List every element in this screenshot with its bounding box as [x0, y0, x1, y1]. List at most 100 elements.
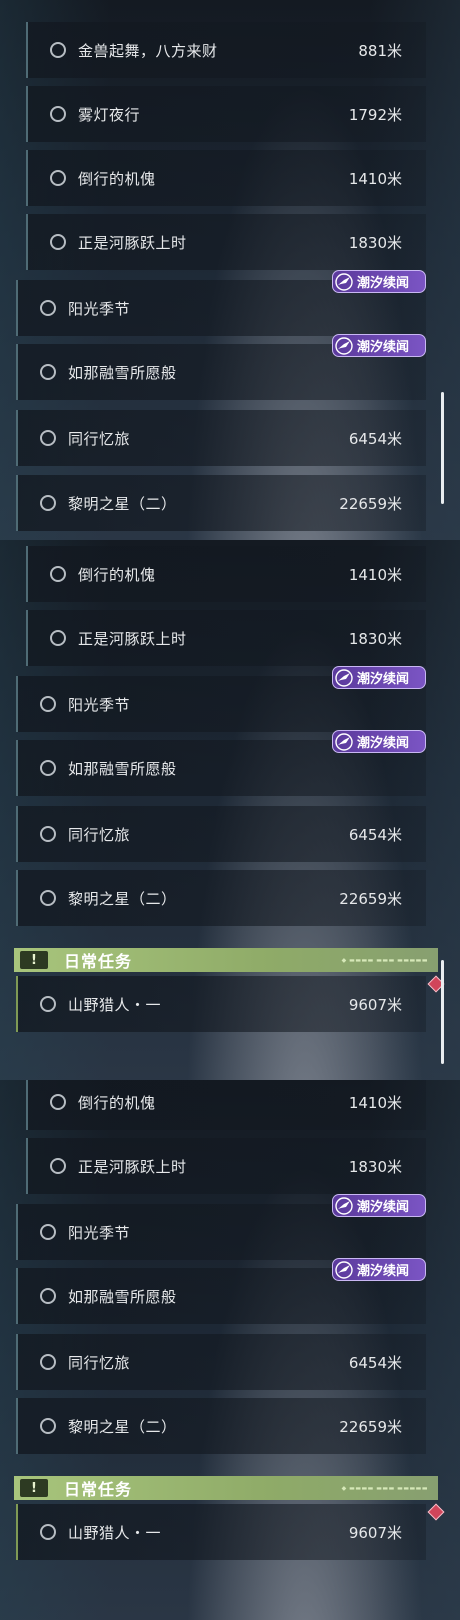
daily-quest-row[interactable]: 山野猎人・一 9607米	[16, 976, 426, 1032]
circle-outline-icon	[50, 42, 66, 58]
badge-label: 潮汐续闻	[357, 1200, 410, 1215]
event-badge: 潮汐续闻	[332, 666, 426, 689]
quest-title: 阳光季节	[68, 695, 131, 714]
badge-label: 潮汐续闻	[357, 1264, 410, 1279]
quest-distance: 9607米	[348, 1523, 402, 1542]
quest-row[interactable]: 同行忆旅 6454米	[16, 410, 426, 466]
quest-distance: 9607米	[348, 995, 402, 1014]
daily-quest-row[interactable]: 山野猎人・一 9607米	[16, 1504, 426, 1560]
quest-title: 金兽起舞，八方来财	[78, 41, 218, 60]
quest-row[interactable]: 阳光季节 潮汐续闻	[16, 270, 426, 336]
quest-row[interactable]: 正是河豚跃上时 1830米	[26, 214, 426, 270]
quest-title: 正是河豚跃上时	[78, 1157, 187, 1176]
circle-outline-icon	[40, 495, 56, 511]
circle-outline-icon	[40, 1224, 56, 1240]
circle-outline-icon	[40, 1288, 56, 1304]
event-badge: 潮汐续闻	[332, 270, 426, 293]
quest-row[interactable]: 倒行的机傀 1410米	[26, 546, 426, 602]
circle-outline-icon	[40, 364, 56, 380]
quest-title: 雾灯夜行	[78, 105, 141, 124]
quest-title: 正是河豚跃上时	[78, 233, 187, 252]
quest-row[interactable]: 阳光季节 潮汐续闻	[16, 1194, 426, 1260]
quest-title: 倒行的机傀	[78, 565, 156, 584]
quest-row[interactable]: 正是河豚跃上时 1830米	[26, 610, 426, 666]
circle-outline-icon	[40, 1418, 56, 1434]
quest-row[interactable]: 如那融雪所愿般 潮汐续闻	[16, 730, 426, 796]
circle-outline-icon	[40, 300, 56, 316]
quest-row[interactable]: 黎明之星（二） 22659米	[16, 475, 426, 531]
daily-tasks-header[interactable]: ! 日常任务 ◆ ▬▬▬▬ ▬▬▬ ▬▬▬▬▬	[14, 948, 438, 972]
daily-tasks-title: 日常任务	[64, 952, 133, 971]
circle-outline-icon	[40, 430, 56, 446]
quest-title: 阳光季节	[68, 1223, 131, 1242]
quest-title: 如那融雪所愿般	[68, 1287, 177, 1306]
quest-distance: 1410米	[348, 565, 402, 584]
quest-row[interactable]: 黎明之星（二） 22659米	[16, 1398, 426, 1454]
quest-distance: 1410米	[348, 1093, 402, 1112]
scrollbar[interactable]	[441, 960, 444, 1064]
daily-tasks-title: 日常任务	[64, 1480, 133, 1499]
quest-row[interactable]: 倒行的机傀 1410米	[26, 150, 426, 206]
quest-distance: 1410米	[348, 169, 402, 188]
quest-panel-3: 倒行的机傀 1410米 正是河豚跃上时 1830米 阳光季节 潮汐续闻 如那融雪…	[0, 1080, 460, 1620]
circle-outline-icon	[50, 566, 66, 582]
quest-title: 同行忆旅	[68, 429, 131, 448]
quest-title: 黎明之星（二）	[68, 494, 177, 513]
circle-outline-icon	[50, 106, 66, 122]
scrollbar[interactable]	[441, 392, 444, 504]
header-decoration: ◆ ▬▬▬▬ ▬▬▬ ▬▬▬▬▬	[341, 1484, 428, 1492]
badge-label: 潮汐续闻	[357, 736, 410, 751]
quest-title: 倒行的机傀	[78, 169, 156, 188]
quest-distance: 22659米	[339, 1417, 402, 1436]
bird-emblem-icon	[335, 1196, 353, 1215]
circle-outline-icon	[50, 170, 66, 186]
circle-outline-icon	[40, 890, 56, 906]
quest-title: 山野猎人・一	[68, 995, 162, 1014]
exclamation-icon: !	[20, 951, 48, 969]
quest-row[interactable]: 正是河豚跃上时 1830米	[26, 1138, 426, 1194]
quest-row[interactable]: 如那融雪所愿般 潮汐续闻	[16, 1258, 426, 1324]
event-badge: 潮汐续闻	[332, 1194, 426, 1217]
daily-tasks-header[interactable]: ! 日常任务 ◆ ▬▬▬▬ ▬▬▬ ▬▬▬▬▬	[14, 1476, 438, 1500]
quest-distance: 22659米	[339, 889, 402, 908]
circle-outline-icon	[40, 996, 56, 1012]
quest-row[interactable]: 倒行的机傀 1410米	[26, 1080, 426, 1130]
quest-title: 黎明之星（二）	[68, 889, 177, 908]
diamond-marker-icon	[427, 1503, 445, 1521]
bird-emblem-icon	[335, 668, 353, 687]
bird-emblem-icon	[335, 272, 353, 291]
quest-title: 如那融雪所愿般	[68, 363, 177, 382]
quest-row[interactable]: 黎明之星（二） 22659米	[16, 870, 426, 926]
quest-panel-2: 倒行的机傀 1410米 正是河豚跃上时 1830米 阳光季节 潮汐续闻 如那融雪…	[0, 540, 460, 1080]
badge-label: 潮汐续闻	[357, 340, 410, 355]
circle-outline-icon	[50, 234, 66, 250]
circle-outline-icon	[40, 760, 56, 776]
bird-emblem-icon	[335, 732, 353, 751]
circle-outline-icon	[50, 1094, 66, 1110]
quest-row[interactable]: 阳光季节 潮汐续闻	[16, 666, 426, 732]
quest-title: 同行忆旅	[68, 1353, 131, 1372]
event-badge: 潮汐续闻	[332, 730, 426, 753]
quest-panel-1: 金兽起舞，八方来财 881米 雾灯夜行 1792米 倒行的机傀 1410米 正是…	[0, 0, 460, 540]
circle-outline-icon	[40, 696, 56, 712]
bird-emblem-icon	[335, 336, 353, 355]
quest-row[interactable]: 金兽起舞，八方来财 881米	[26, 22, 426, 78]
quest-distance: 6454米	[348, 825, 402, 844]
circle-outline-icon	[40, 826, 56, 842]
circle-outline-icon	[50, 630, 66, 646]
event-badge: 潮汐续闻	[332, 1258, 426, 1281]
quest-row[interactable]: 如那融雪所愿般 潮汐续闻	[16, 334, 426, 400]
quest-distance: 1792米	[348, 105, 402, 124]
circle-outline-icon	[40, 1354, 56, 1370]
quest-distance: 1830米	[348, 1157, 402, 1176]
quest-distance: 6454米	[348, 1353, 402, 1372]
event-badge: 潮汐续闻	[332, 334, 426, 357]
quest-row[interactable]: 同行忆旅 6454米	[16, 806, 426, 862]
quest-title: 倒行的机傀	[78, 1093, 156, 1112]
quest-title: 如那融雪所愿般	[68, 759, 177, 778]
quest-row[interactable]: 雾灯夜行 1792米	[26, 86, 426, 142]
quest-row[interactable]: 同行忆旅 6454米	[16, 1334, 426, 1390]
quest-distance: 1830米	[348, 629, 402, 648]
quest-distance: 6454米	[348, 429, 402, 448]
quest-distance: 22659米	[339, 494, 402, 513]
